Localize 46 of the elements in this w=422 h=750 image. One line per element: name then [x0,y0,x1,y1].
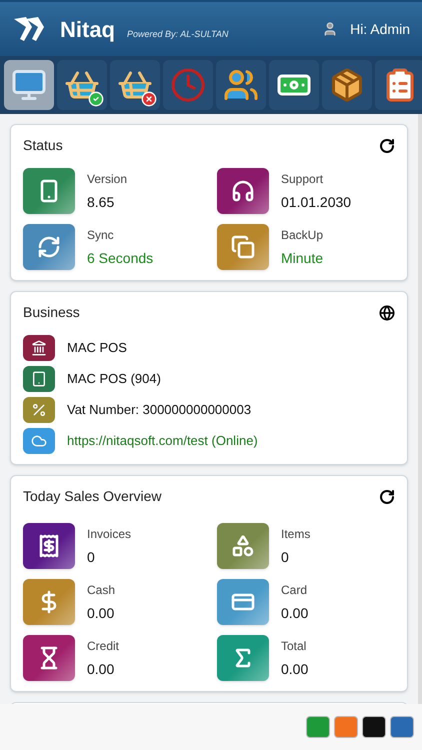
tile-label: BackUp [281,226,324,244]
business-text: MAC POS (904) [67,370,161,388]
tile-label: Items [281,526,310,542]
business-link[interactable]: https://nitaqsoft.com/test (Online) [67,431,258,451]
app-title: Nitaq [60,16,115,44]
card-title: Business [23,303,80,322]
toolbar-button[interactable] [375,60,422,110]
tile-value: 0.00 [87,604,116,622]
tile-value: Minute [281,248,324,268]
theme-swatch[interactable] [390,716,414,738]
tile-label: Support [281,170,324,188]
tile-value: 6 Seconds [87,248,154,268]
tile-value: 0.00 [281,660,308,678]
tile-label: Invoices [87,526,132,542]
business-text: MAC POS [67,339,127,358]
tile-value: 0 [87,548,96,566]
tile-label: Card [281,582,308,598]
globe-icon[interactable] [379,304,395,320]
business-text: Vat Number: 300000000000003 [67,401,252,420]
toolbar-button[interactable] [269,60,319,110]
toolbar-button[interactable] [322,60,372,110]
card-title: Today Sales Overview [23,487,162,506]
user-icon [322,21,338,37]
package-icon [329,67,365,103]
tile-label: Cash [87,582,116,598]
tile-value: 0 [281,548,290,566]
app-subtitle: Powered By: AL-SULTAN [127,28,228,42]
refresh-icon[interactable] [379,138,395,154]
toolbar-button[interactable] [216,60,266,110]
theme-swatch[interactable] [306,716,330,738]
tile-label: Total [281,638,308,654]
tile-value: 0.00 [281,604,308,622]
people-icon [223,67,259,103]
tile-value: 01.01.2030 [281,192,352,212]
tile-label: Credit [87,638,120,654]
clock-icon [170,67,206,103]
refresh-icon[interactable] [379,488,395,504]
tile-value: 8.65 [87,192,116,212]
card-title: Status [23,136,63,155]
greeting: Hi: Admin [350,20,410,38]
theme-swatch[interactable] [334,716,358,738]
tile-label: Sync [87,226,115,244]
monitor-icon [11,67,47,103]
tile-value: 0.00 [87,660,116,678]
theme-swatch[interactable] [362,716,386,738]
tile-label: Version [87,170,128,188]
